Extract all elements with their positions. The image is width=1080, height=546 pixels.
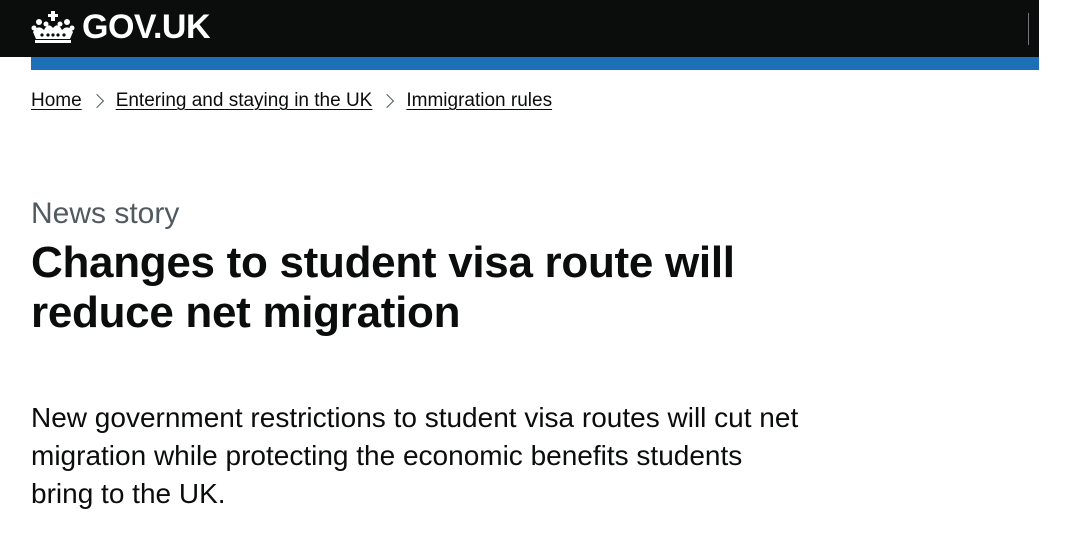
- page-title: Changes to student visa route will reduc…: [31, 238, 735, 337]
- site-header: GOV.UK: [0, 0, 1039, 57]
- header-divider: [1028, 13, 1029, 45]
- govuk-logo-link[interactable]: GOV.UK: [30, 7, 211, 47]
- breadcrumb-immigration-rules-link[interactable]: Immigration rules: [406, 89, 552, 113]
- breadcrumb: Home Entering and staying in the UK Immi…: [31, 89, 552, 113]
- crown-icon: [31, 11, 75, 43]
- breadcrumb-home-link[interactable]: Home: [31, 89, 82, 113]
- chevron-right-icon: [89, 93, 104, 109]
- lead-paragraph: New government restrictions to student v…: [31, 402, 799, 509]
- page-caption: News story: [31, 197, 180, 230]
- logo-text: GOV.UK: [82, 8, 211, 46]
- chevron-right-icon: [380, 93, 395, 109]
- breadcrumb-entering-staying-link[interactable]: Entering and staying in the UK: [116, 89, 373, 113]
- accent-bar: [31, 57, 1039, 70]
